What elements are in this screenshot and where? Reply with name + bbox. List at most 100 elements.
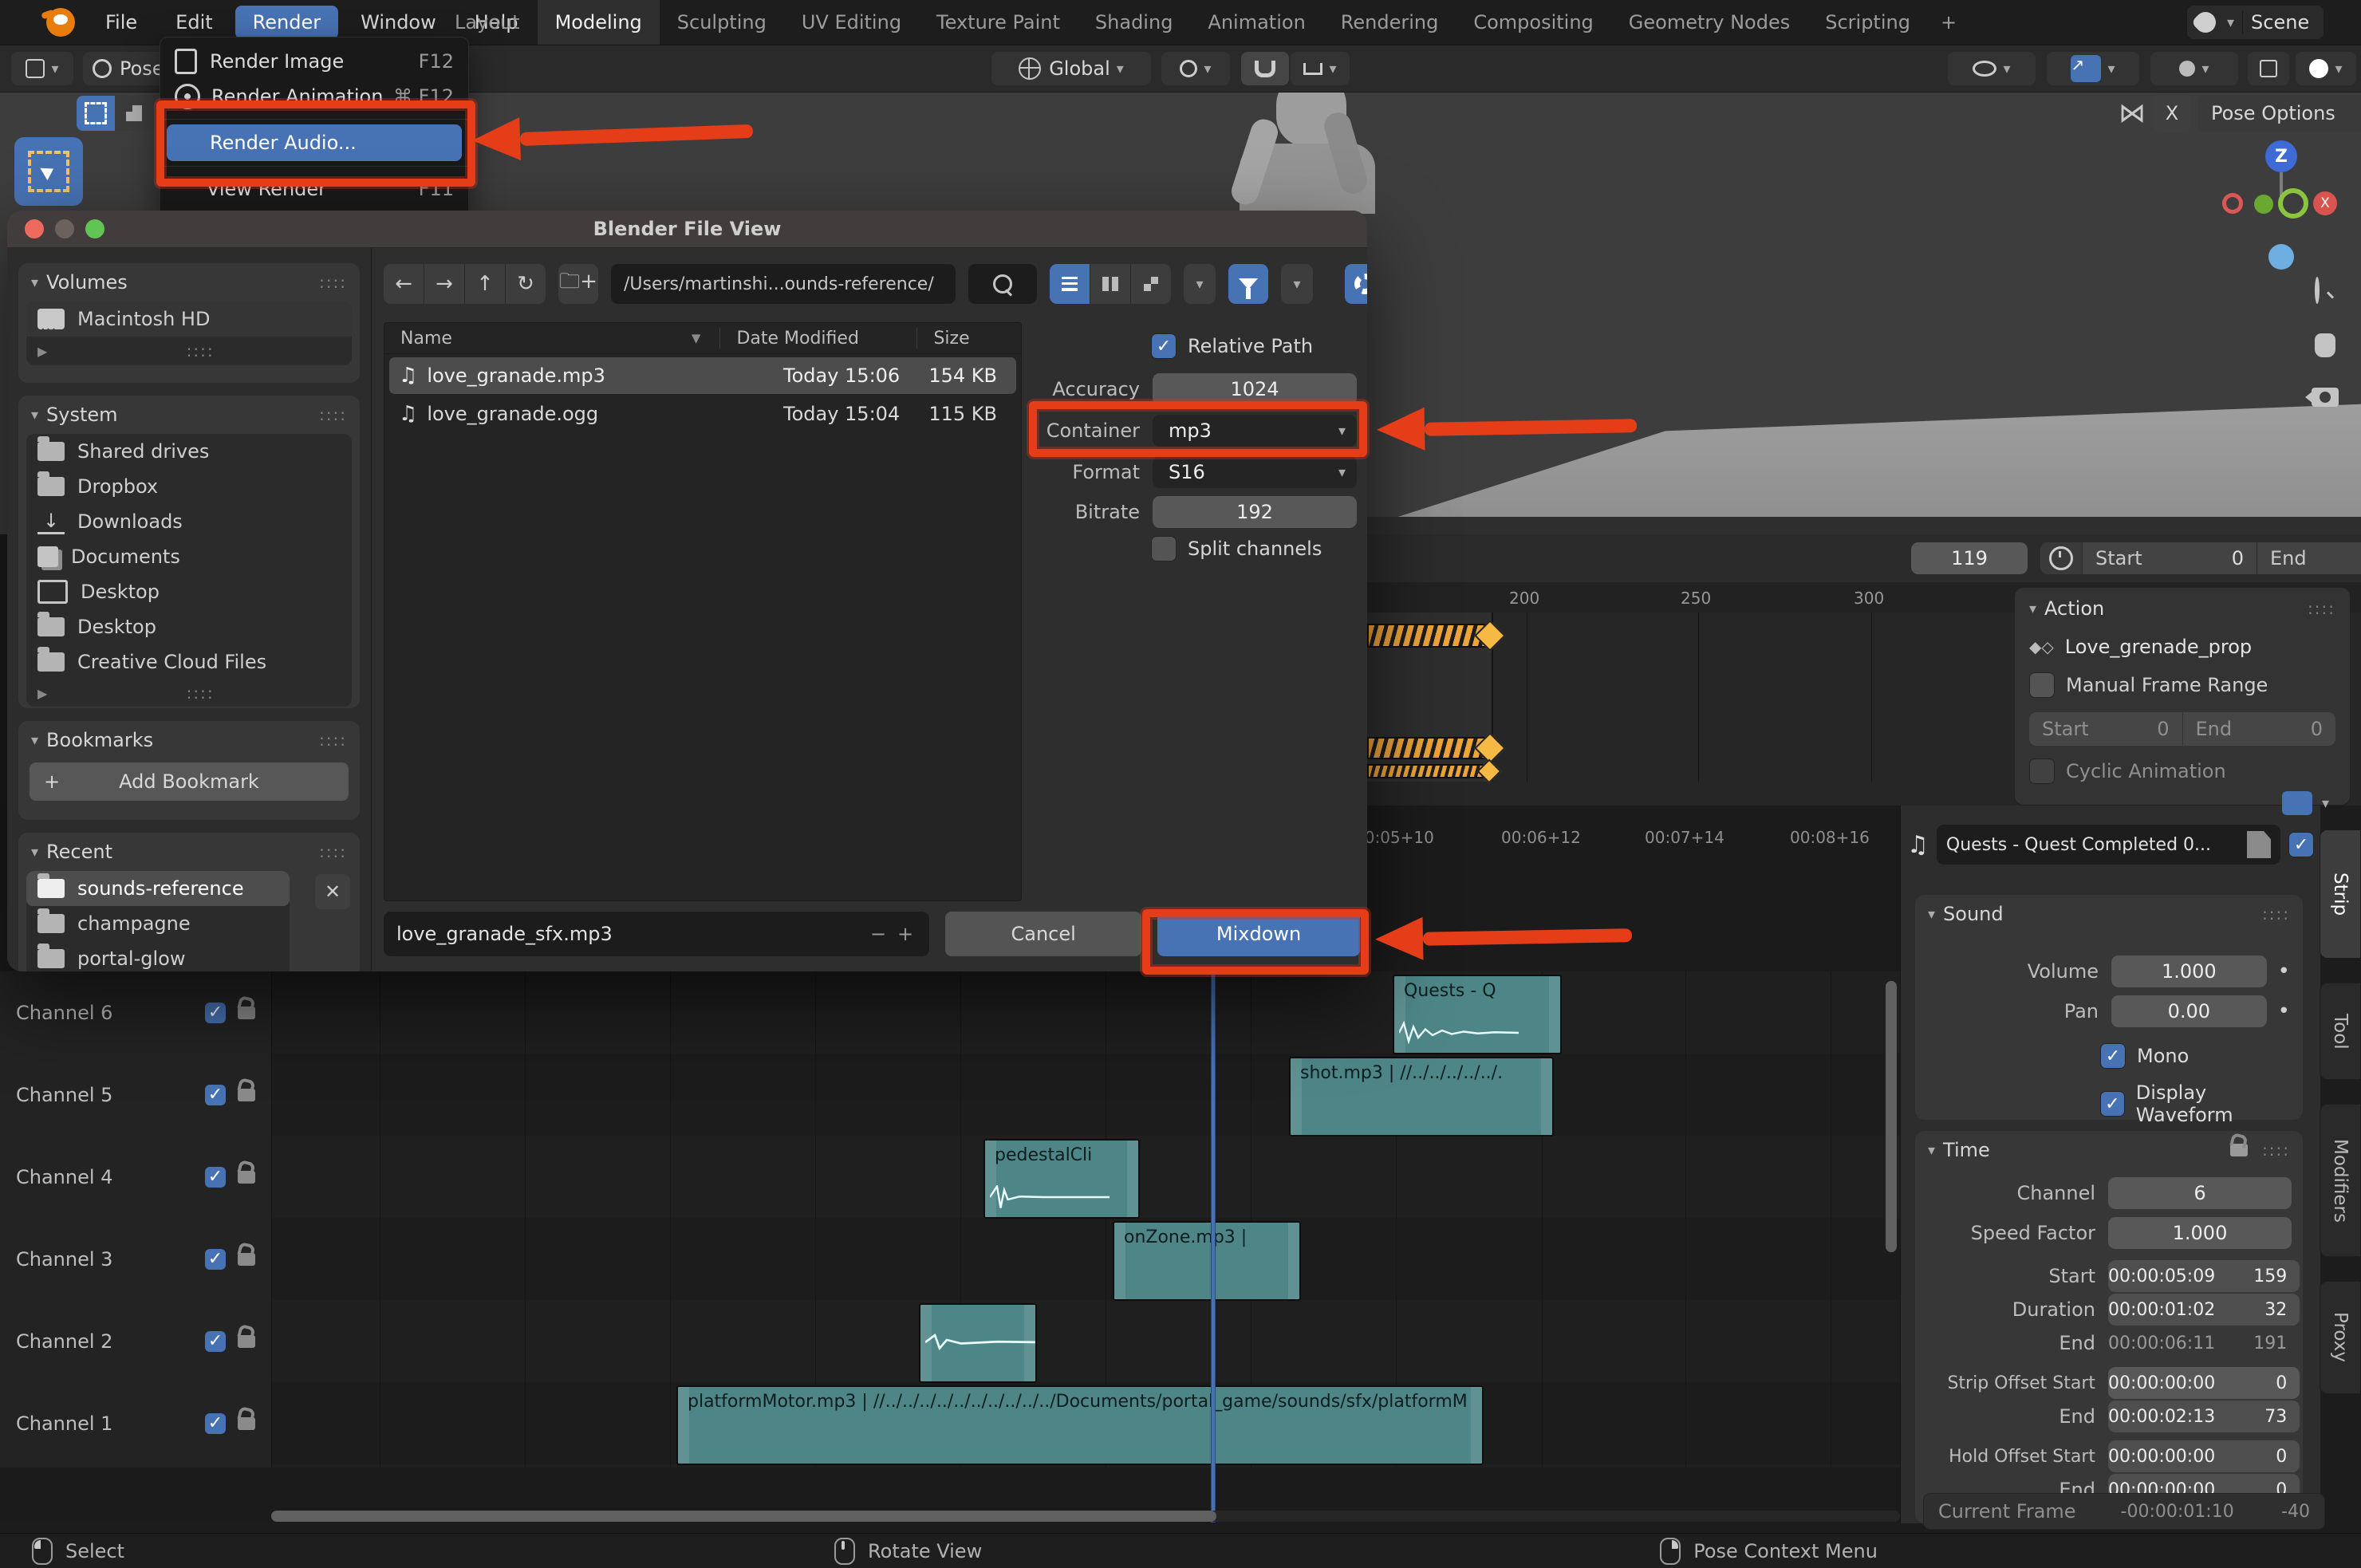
time-panel-title[interactable]: Time xyxy=(1943,1139,1990,1161)
close-window-button[interactable] xyxy=(25,219,44,238)
tab-tool[interactable]: Tool xyxy=(2320,983,2361,1080)
editor-type-button[interactable]: ▾ xyxy=(11,52,73,85)
strip-pedestal[interactable]: pedestalCli xyxy=(983,1139,1140,1219)
viewport-zoom-icon[interactable] xyxy=(2315,279,2320,301)
display-list-button[interactable] xyxy=(1050,264,1090,304)
navigation-gizmo[interactable]: Z X xyxy=(2201,128,2361,287)
pose-options-dropdown[interactable]: Pose Options▾ xyxy=(2198,95,2361,132)
frame-start-field[interactable]: Start0 xyxy=(2082,542,2257,574)
file-row-ogg[interactable]: ♫ love_granade.ogg Today 15:04 115 KB xyxy=(389,396,1016,432)
strip-offset-end-field[interactable]: 00:00:02:1373 xyxy=(2108,1401,2300,1432)
sidebar-item-creative-cloud[interactable]: Creative Cloud Files xyxy=(26,644,352,680)
channel-row[interactable]: Channel 6✓ xyxy=(0,971,271,1054)
accuracy-field[interactable]: 1024 xyxy=(1153,373,1357,405)
mirror-x-button[interactable]: X xyxy=(2154,95,2190,132)
manual-frame-range-checkbox[interactable]: ✓ xyxy=(2029,672,2055,698)
split-channels-checkbox[interactable]: ✓ xyxy=(1151,536,1177,561)
datablock-browse-icon[interactable] xyxy=(2247,831,2271,858)
decrement-button[interactable]: − xyxy=(862,923,894,945)
playhead[interactable] xyxy=(1212,971,1215,1522)
sort-descending-icon[interactable]: ▼ xyxy=(692,331,701,345)
sequencer-vscrollbar[interactable] xyxy=(1886,981,1897,1252)
minimize-window-button[interactable] xyxy=(55,219,74,238)
sidebar-item-macintosh-hd[interactable]: Macintosh HD xyxy=(26,301,352,337)
recent-item-champagne[interactable]: champagne xyxy=(26,906,290,941)
settings-button[interactable] xyxy=(1345,264,1367,304)
dopesheet-area[interactable]: 119 Start0 End190 200 250 300 xyxy=(1367,534,2361,806)
file-row-mp3[interactable]: ♫ love_granade.mp3 Today 15:06 154 KB xyxy=(389,357,1016,394)
tab-strip[interactable]: Strip xyxy=(2320,829,2361,959)
dialog-titlebar[interactable]: Blender File View xyxy=(7,211,1367,248)
pan-field[interactable]: 0.00 xyxy=(2111,995,2267,1027)
select-mode-extend[interactable] xyxy=(115,96,153,131)
search-field[interactable] xyxy=(968,264,1037,304)
gizmo-axis-y[interactable] xyxy=(2254,195,2273,214)
animate-dot[interactable]: • xyxy=(2278,959,2290,983)
forward-button[interactable]: → xyxy=(424,264,465,304)
blender-logo-icon[interactable] xyxy=(46,8,75,37)
filter-button[interactable] xyxy=(1228,264,1268,304)
relative-path-checkbox[interactable]: ✓ xyxy=(1151,333,1177,359)
action-end-field[interactable]: End0 xyxy=(2182,712,2336,746)
menu-edit[interactable]: Edit xyxy=(160,6,228,39)
gizmos-dropdown[interactable]: ↗▾ xyxy=(2047,52,2139,85)
scene-selector[interactable]: ▾ Scene xyxy=(2187,6,2324,39)
new-folder-button[interactable]: 🗀+ xyxy=(558,264,598,304)
display-thumbnail-button[interactable] xyxy=(1131,264,1171,304)
tab-animation[interactable]: Animation xyxy=(1190,11,1322,33)
sidebar-item-desktop[interactable]: Desktop xyxy=(26,574,352,609)
display-mode-dropdown[interactable]: ▾ xyxy=(1184,264,1216,304)
object-visibility-dropdown[interactable]: ▾ xyxy=(1948,52,2036,85)
sound-datablock-field[interactable]: Quests - Quest Completed 0... xyxy=(1937,825,2280,865)
menu-render[interactable]: Render xyxy=(235,6,338,39)
filter-dropdown[interactable]: ▾ xyxy=(1281,264,1313,304)
expand-icon[interactable]: ▶ xyxy=(37,686,47,701)
refresh-button[interactable]: ↻ xyxy=(506,264,546,304)
tab-geometry-nodes[interactable]: Geometry Nodes xyxy=(1611,11,1807,33)
cyclic-animation-checkbox[interactable]: ✓ xyxy=(2029,758,2055,784)
channel-row[interactable]: Channel 3✓ xyxy=(0,1218,271,1300)
menu-item-render-image[interactable]: Render Image F12 xyxy=(160,44,468,79)
action-strip-1[interactable] xyxy=(1367,624,1487,648)
action-strip-3[interactable] xyxy=(1367,764,1487,778)
tab-add-workspace[interactable]: + xyxy=(1928,11,1969,33)
current-frame-field[interactable]: 119 xyxy=(1911,542,2028,574)
column-size[interactable]: Size xyxy=(917,329,969,349)
volume-field[interactable]: 1.000 xyxy=(2111,955,2267,987)
tab-rendering[interactable]: Rendering xyxy=(1323,11,1456,33)
format-dropdown[interactable]: S16▾ xyxy=(1153,456,1357,488)
tab-layout[interactable]: Layout xyxy=(437,11,538,33)
start-field[interactable]: 00:00:05:09159 xyxy=(2108,1260,2300,1292)
strip-onzone[interactable]: onZone.mp3 | xyxy=(1113,1221,1301,1301)
channel-field[interactable]: 6 xyxy=(2108,1177,2292,1209)
channel-row[interactable]: Channel 1✓ xyxy=(0,1382,271,1464)
recent-item-portal-glow[interactable]: portal-glow xyxy=(26,941,290,971)
tab-uv-editing[interactable]: UV Editing xyxy=(784,11,919,33)
strip-mute-checkbox[interactable]: ✓ xyxy=(2288,832,2314,857)
strip-offset-start-field[interactable]: 00:00:00:000 xyxy=(2108,1367,2300,1399)
channel-row[interactable]: Channel 5✓ xyxy=(0,1054,271,1136)
tab-proxy[interactable]: Proxy xyxy=(2320,1281,2361,1394)
tab-modeling[interactable]: Modeling xyxy=(538,0,660,45)
sidebar-item-documents[interactable]: Documents xyxy=(26,539,352,574)
up-button[interactable]: ↑ xyxy=(465,264,506,304)
sidebar-item-desktop-2[interactable]: Desktop xyxy=(26,609,352,644)
remove-recent-button[interactable]: ✕ xyxy=(315,874,350,909)
strip-quests[interactable]: Quests - Q xyxy=(1393,975,1562,1054)
menu-file[interactable]: File xyxy=(89,6,153,39)
sound-panel-title[interactable]: Sound xyxy=(1943,903,2004,925)
zoom-window-button[interactable] xyxy=(85,219,104,238)
tab-scripting[interactable]: Scripting xyxy=(1807,11,1928,33)
select-mode-box[interactable] xyxy=(77,96,115,131)
transform-orientation[interactable]: Global▾ xyxy=(991,52,1151,85)
tab-shading[interactable]: Shading xyxy=(1078,11,1191,33)
back-button[interactable]: ← xyxy=(384,264,424,304)
cancel-button[interactable]: Cancel xyxy=(945,912,1141,956)
time-unlock-icon[interactable] xyxy=(2230,1144,2248,1156)
frame-end-field[interactable]: End190 xyxy=(2257,542,2361,574)
xray-toggle[interactable] xyxy=(2248,52,2289,85)
tab-compositing[interactable]: Compositing xyxy=(1456,11,1610,33)
sequencer-hscrollbar[interactable] xyxy=(271,1511,1900,1522)
channel-row[interactable]: Channel 4✓ xyxy=(0,1136,271,1218)
overlays-dropdown[interactable]: ▾ xyxy=(2150,52,2238,85)
